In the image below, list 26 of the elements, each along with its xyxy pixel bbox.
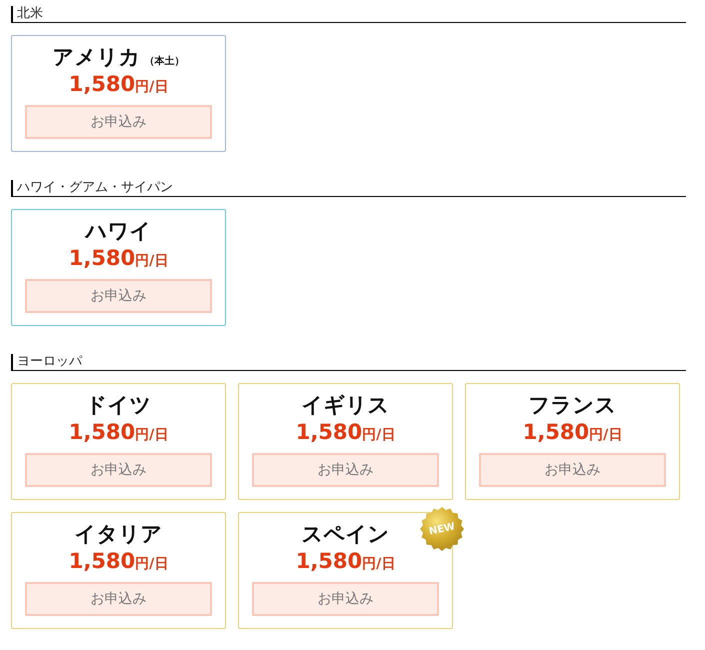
section-heading: 北米 — [11, 6, 686, 23]
country-name: アメリカ — [52, 44, 140, 71]
new-seal: NEW — [420, 507, 464, 551]
country-name: イタリア — [74, 521, 162, 548]
section-heading: ハワイ・グアム・サイパン — [11, 180, 686, 197]
apply-button[interactable]: お申込み — [25, 279, 212, 313]
daily-price: 1,580円/日 — [68, 419, 168, 446]
country-name: イギリス — [302, 392, 390, 419]
daily-price: 1,580円/日 — [68, 245, 168, 272]
country-name: ドイツ — [86, 392, 152, 419]
apply-button[interactable]: お申込み — [25, 453, 212, 487]
apply-button[interactable]: お申込み — [25, 105, 212, 139]
apply-button[interactable]: お申込み — [252, 582, 439, 616]
daily-price: 1,580円/日 — [296, 419, 396, 446]
daily-price: 1,580円/日 — [68, 548, 168, 575]
section-heading: ヨーロッパ — [11, 354, 686, 371]
daily-price: 1,580円/日 — [522, 419, 622, 446]
apply-button[interactable]: お申込み — [479, 453, 666, 487]
country-name: ハワイ — [86, 218, 152, 245]
country-name: スペイン — [302, 521, 390, 548]
apply-button[interactable]: お申込み — [25, 582, 212, 616]
daily-price: 1,580円/日 — [296, 548, 396, 575]
apply-button[interactable]: お申込み — [252, 453, 439, 487]
country-name: フランス — [528, 392, 616, 419]
daily-price: 1,580円/日 — [68, 71, 168, 98]
region-note: （本土） — [144, 54, 184, 68]
